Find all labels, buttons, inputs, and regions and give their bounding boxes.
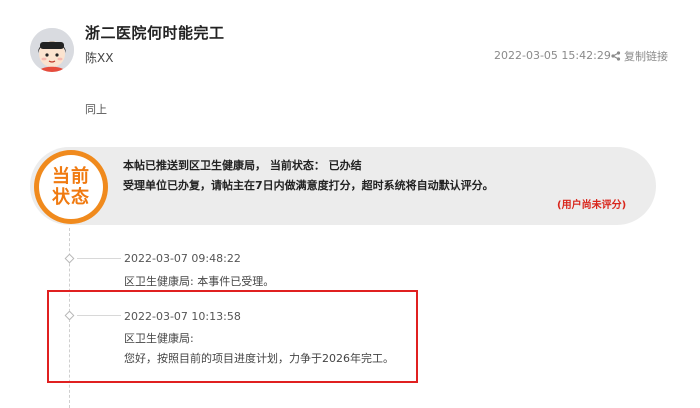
timeline-entry-time: 2022-03-07 09:48:22	[124, 252, 241, 265]
post-content: 同上	[85, 103, 107, 116]
copy-link-button[interactable]: 复制链接	[611, 48, 668, 64]
status-badge-line1: 当前	[52, 166, 90, 187]
copy-link-label: 复制链接	[624, 50, 668, 63]
timeline-entry-text: 区卫生健康局: 本事件已受理。	[124, 275, 275, 288]
status-summary: 本帖已推送到区卫生健康局， 当前状态： 已办结	[123, 159, 362, 172]
highlight-box	[47, 290, 418, 383]
author-name[interactable]: 陈XX	[85, 49, 113, 66]
share-icon	[611, 51, 621, 61]
status-badge-line2: 状态	[52, 187, 90, 208]
rating-status-note: (用户尚未评分)	[557, 200, 627, 211]
status-badge: 当前 状态	[34, 150, 108, 224]
timeline-connector	[77, 258, 121, 259]
status-instruction: 受理单位已办复，请帖主在7日内做满意度打分，超时系统将自动默认评分。	[123, 179, 494, 192]
post-timestamp: 2022-03-05 15:42:29	[494, 49, 611, 62]
post-title: 浙二医院何时能完工	[85, 24, 225, 42]
timeline-dot	[64, 253, 75, 264]
avatar	[30, 28, 74, 72]
